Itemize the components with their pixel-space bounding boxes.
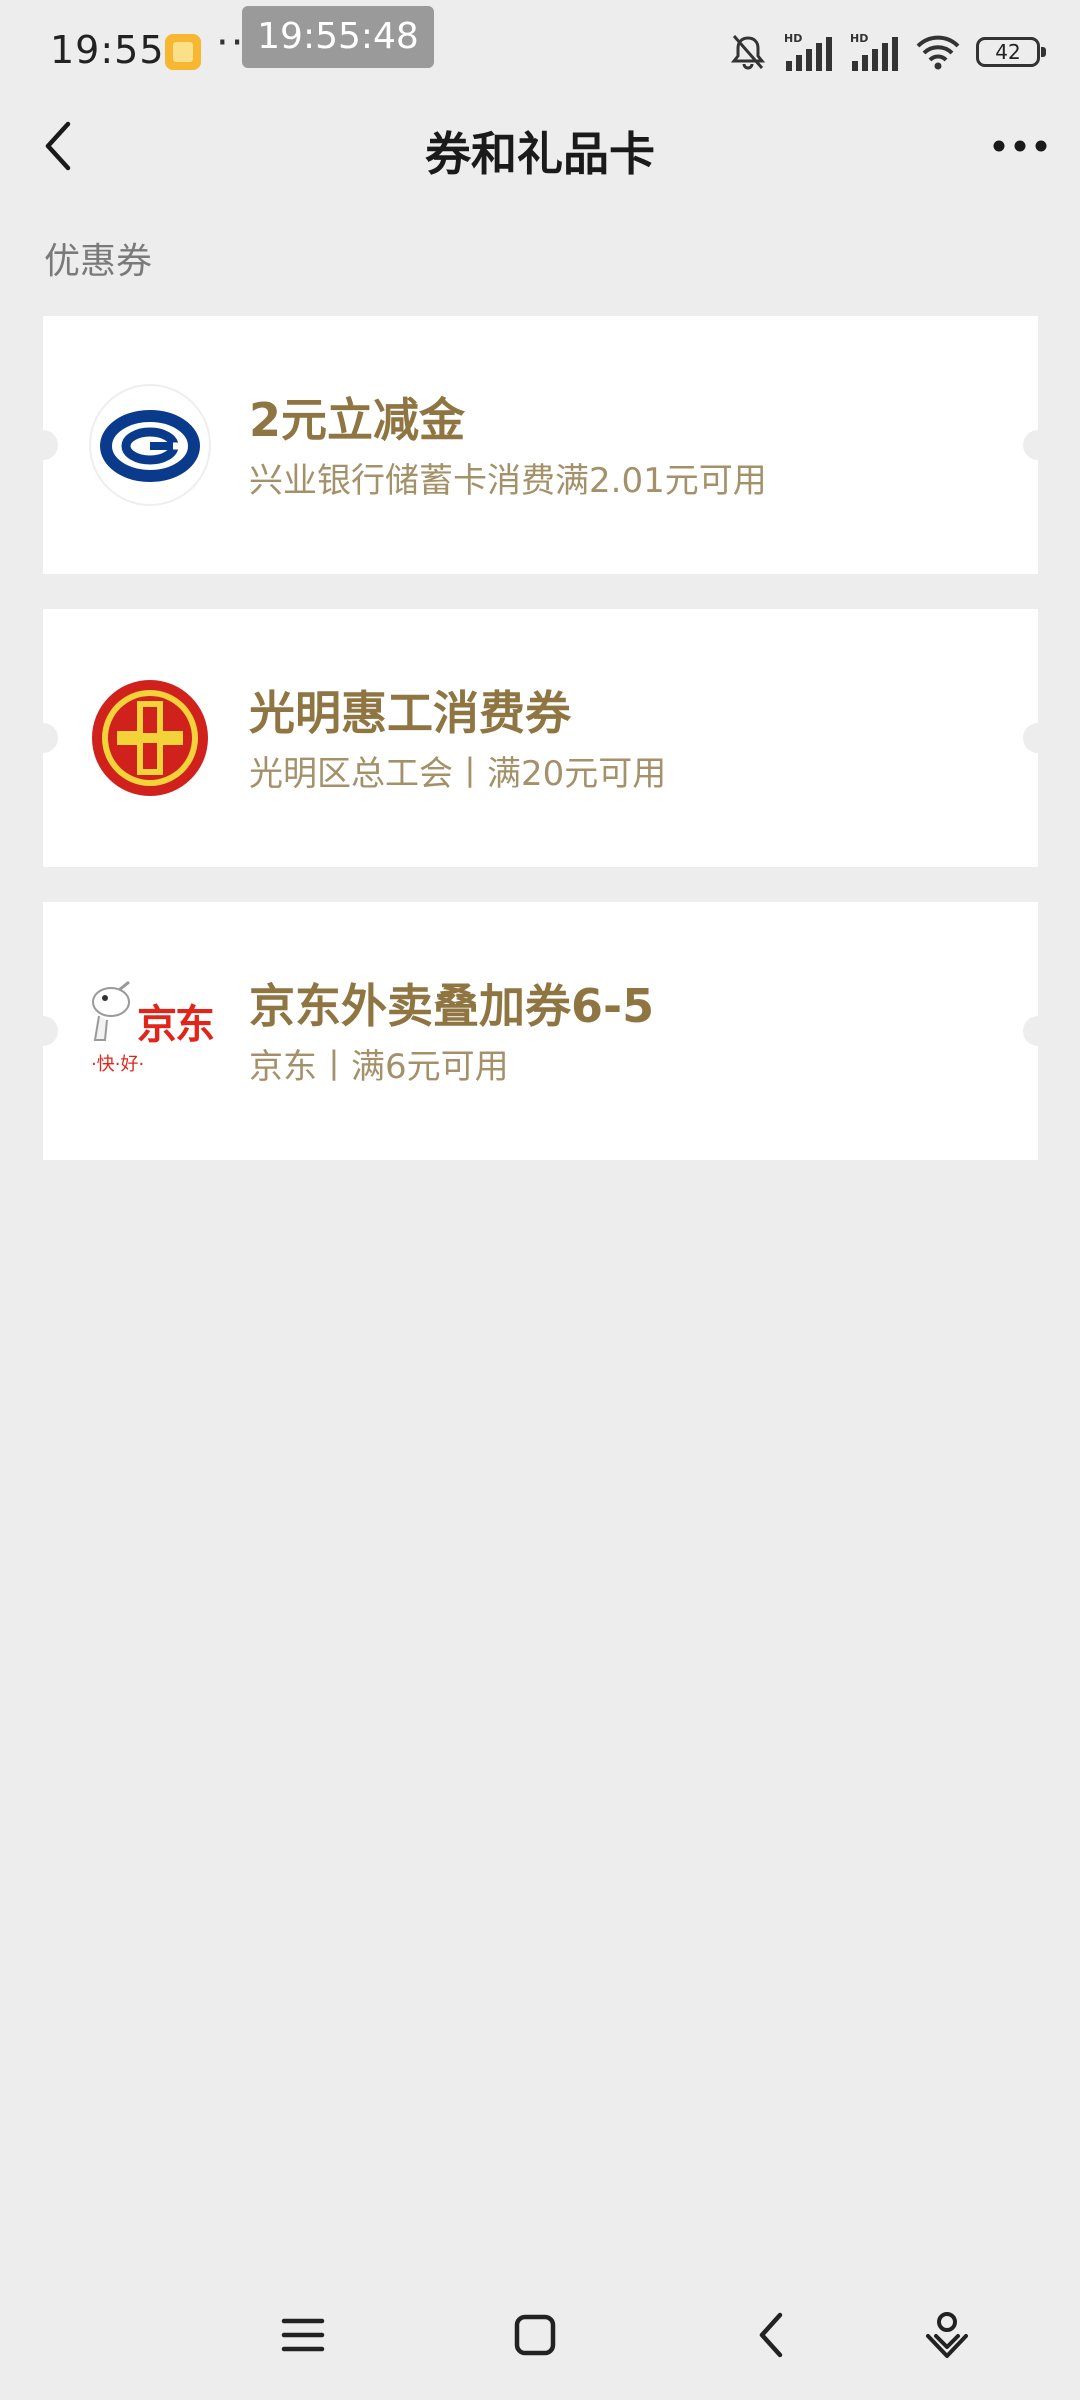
- home-button[interactable]: [500, 2300, 570, 2370]
- coupon-text: 光明惠工消费券 光明区总工会丨满20元可用: [249, 683, 1008, 797]
- signal-hd-1-icon: HD: [784, 32, 832, 71]
- more-dots-icon: [993, 140, 1047, 152]
- coupon-description: 兴业银行储蓄卡消费满2.01元可用: [249, 461, 767, 501]
- cib-bank-logo-icon: [89, 384, 211, 506]
- jd-mascot-icon: [92, 980, 130, 1041]
- assistant-button[interactable]: [912, 2300, 982, 2370]
- mute-bell-icon: [730, 35, 766, 70]
- status-icons: HD HD 42: [714, 30, 1046, 74]
- coupon-text: 2元立减金 兴业银行储蓄卡消费满2.01元可用: [249, 390, 1008, 504]
- signal-hd-2-icon: HD: [850, 32, 898, 71]
- svg-text:HD: HD: [784, 32, 802, 45]
- menu-lines-icon: [281, 2318, 325, 2352]
- system-back-button[interactable]: [736, 2300, 806, 2370]
- coupon-description: 光明区总工会丨满20元可用: [249, 754, 667, 794]
- status-bar: 19:55 ·· 19:55:48 HD HD 42: [0, 0, 1080, 100]
- coupon-text: 京东外卖叠加券6-5 京东丨满6元可用: [249, 976, 1008, 1090]
- chevron-left-icon: [759, 2312, 783, 2358]
- jd-logo-icon: 京东 ·快·好·: [85, 972, 215, 1090]
- more-options-button[interactable]: [980, 116, 1060, 176]
- coupon-card-cib[interactable]: 2元立减金 兴业银行储蓄卡消费满2.01元可用: [28, 316, 1053, 574]
- jd-logo-slogan: ·快·好·: [91, 1054, 145, 1075]
- page-title: 券和礼品卡: [425, 127, 655, 181]
- coupon-title: 2元立减金: [249, 393, 466, 447]
- trade-union-logo-icon: [92, 680, 208, 796]
- jd-logo-text: 京东: [137, 1002, 215, 1048]
- assistant-person-icon: [926, 2312, 968, 2358]
- wifi-icon: [916, 35, 960, 70]
- status-time: 19:55: [50, 28, 165, 72]
- coupon-card-jd[interactable]: 京东 ·快·好· 京东外卖叠加券6-5 京东丨满6元可用: [28, 902, 1053, 1160]
- nav-bar: 券和礼品卡: [0, 100, 1080, 190]
- coupon-list: 2元立减金 兴业银行储蓄卡消费满2.01元可用 光明惠工消费券 光明区总工会丨满…: [28, 316, 1053, 1195]
- section-label: 优惠券: [44, 241, 153, 282]
- coupon-title: 京东外卖叠加券6-5: [249, 979, 655, 1033]
- recent-apps-button[interactable]: [268, 2300, 338, 2370]
- coupon-description: 京东丨满6元可用: [249, 1047, 509, 1087]
- system-nav-bar: [0, 2280, 1080, 2390]
- screen: 19:55 ·· 19:55:48 HD HD 42 券和礼品卡 优惠券 2元立…: [0, 0, 1080, 2400]
- notification-app-icon: [165, 34, 201, 70]
- square-home-icon: [514, 2314, 556, 2356]
- clock-overlay: 19:55:48: [242, 6, 434, 68]
- battery-icon: 42: [976, 37, 1046, 67]
- coupon-title: 光明惠工消费券: [249, 686, 571, 740]
- coupon-card-guangming[interactable]: 光明惠工消费券 光明区总工会丨满20元可用: [28, 609, 1053, 867]
- svg-text:HD: HD: [850, 32, 868, 45]
